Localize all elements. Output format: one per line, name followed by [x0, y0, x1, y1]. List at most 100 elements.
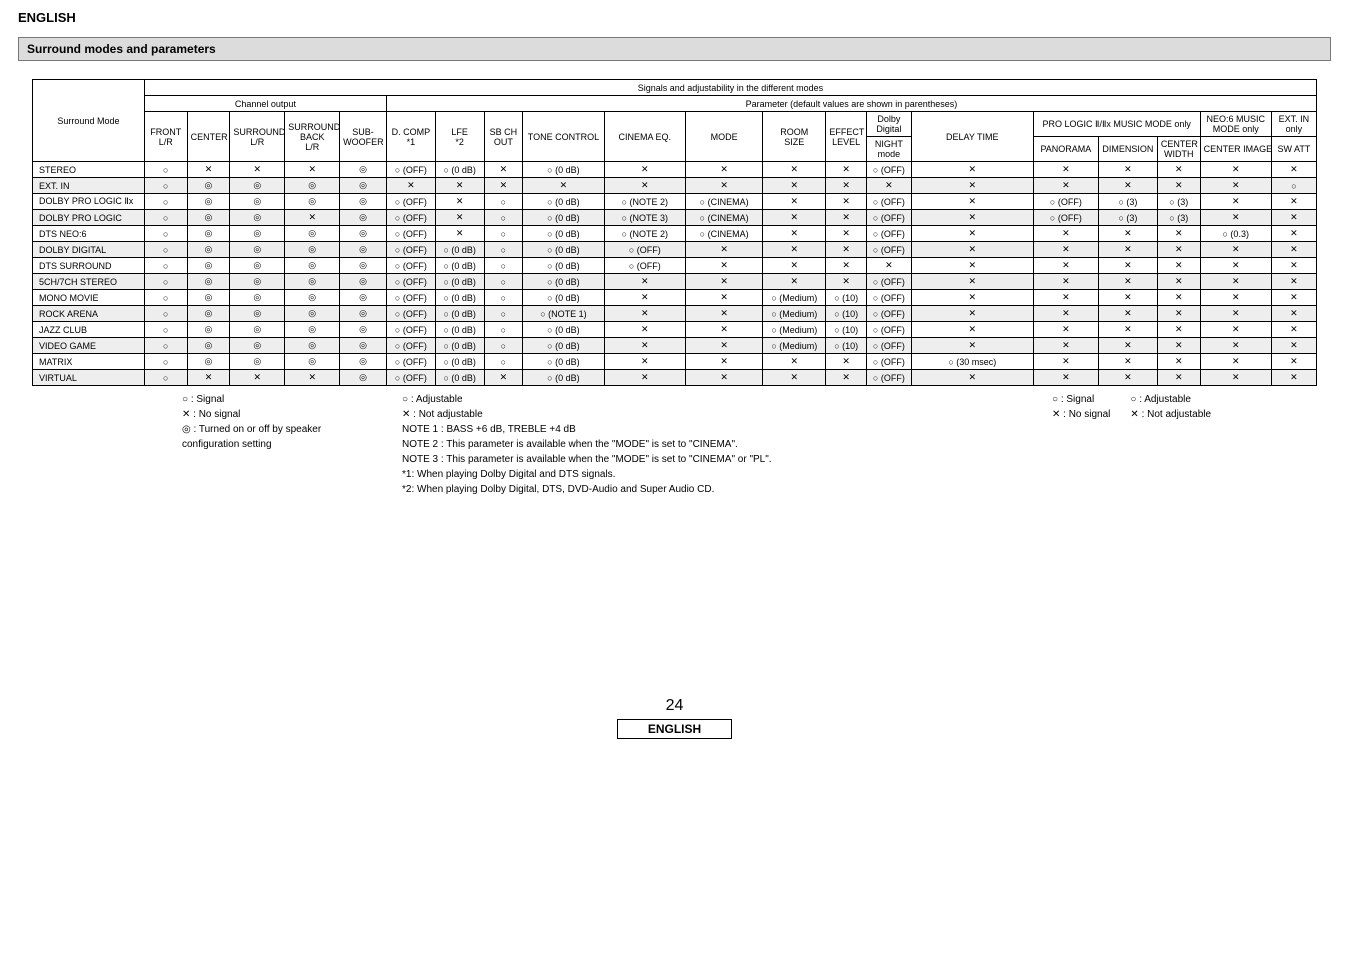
cell: ○: [484, 322, 523, 338]
cell: ○ (0 dB): [435, 370, 484, 386]
table-row: VIRTUAL○✕✕✕◎○ (OFF)○ (0 dB)✕○ (0 dB)✕✕✕✕…: [33, 370, 1317, 386]
page-label: ENGLISH: [617, 719, 732, 739]
cell: ◎: [187, 242, 230, 258]
cell: ✕: [685, 338, 762, 354]
cell: ✕: [1271, 226, 1316, 242]
asterisk-1: *1: When playing Dolby Digital and DTS s…: [402, 467, 1032, 482]
row-label: DOLBY PRO LOGIC Ⅱx: [33, 194, 145, 210]
cell: ○ (OFF): [386, 354, 435, 370]
cell: ○: [1271, 178, 1316, 194]
cell: ○ (OFF): [867, 290, 912, 306]
row-label: DOLBY DIGITAL: [33, 242, 145, 258]
cell: ◎: [340, 242, 387, 258]
cell: ✕: [685, 274, 762, 290]
col-dimension: DIMENSION: [1098, 137, 1157, 162]
cell: ◎: [230, 242, 285, 258]
asterisk-2: *2: When playing Dolby Digital, DTS, DVD…: [402, 482, 1032, 497]
cell: ○ (0.3): [1200, 226, 1271, 242]
cell: ◎: [340, 226, 387, 242]
cell: ○ (OFF): [867, 322, 912, 338]
col-center: CENTER: [187, 112, 230, 162]
cell: ✕: [685, 354, 762, 370]
cell: ✕: [386, 178, 435, 194]
cell: ◎: [187, 306, 230, 322]
cell: ✕: [1033, 162, 1098, 178]
cell: ✕: [1098, 322, 1157, 338]
cell: ✕: [1200, 274, 1271, 290]
table-row: MONO MOVIE○◎◎◎◎○ (OFF)○ (0 dB)○○ (0 dB)✕…: [33, 290, 1317, 306]
cell: ○ (3): [1098, 210, 1157, 226]
cell: ✕: [763, 178, 826, 194]
cell: ✕: [685, 306, 762, 322]
cell: ◎: [187, 274, 230, 290]
cell: ○ (3): [1098, 194, 1157, 210]
cell: ◎: [285, 194, 340, 210]
cell: ✕: [435, 194, 484, 210]
cell: ✕: [523, 178, 604, 194]
cell: ✕: [685, 370, 762, 386]
table-row: JAZZ CLUB○◎◎◎◎○ (OFF)○ (0 dB)○○ (0 dB)✕✕…: [33, 322, 1317, 338]
cell: ✕: [285, 210, 340, 226]
cell: ✕: [1157, 370, 1200, 386]
cell: ✕: [1098, 306, 1157, 322]
cell: ✕: [435, 210, 484, 226]
cell: ○ (OFF): [867, 194, 912, 210]
cell: ○ (OFF): [386, 194, 435, 210]
cell: ✕: [763, 242, 826, 258]
cell: ✕: [1271, 306, 1316, 322]
cell: ✕: [763, 210, 826, 226]
cell: ✕: [685, 258, 762, 274]
cell: ✕: [604, 338, 685, 354]
cell: ○: [484, 274, 523, 290]
cell: ✕: [1157, 258, 1200, 274]
col-dcomp: D. COMP *1: [386, 112, 435, 162]
cell: ✕: [1271, 322, 1316, 338]
cell: ◎: [340, 354, 387, 370]
table-row: 5CH/7CH STEREO○◎◎◎◎○ (OFF)○ (0 dB)○○ (0 …: [33, 274, 1317, 290]
cell: ✕: [1098, 338, 1157, 354]
cell: ◎: [340, 306, 387, 322]
cell: ○ (OFF): [867, 210, 912, 226]
cell: ◎: [187, 178, 230, 194]
cell: ✕: [826, 194, 867, 210]
cell: ✕: [1033, 242, 1098, 258]
cell: ○ (OFF): [867, 226, 912, 242]
cell: ◎: [285, 290, 340, 306]
cell: ○ (OFF): [604, 258, 685, 274]
legend-no-signal: ✕ : No signal: [182, 407, 402, 422]
cell: ○ (0 dB): [523, 258, 604, 274]
cell: ✕: [435, 226, 484, 242]
col-prologic: PRO LOGIC Ⅱ/Ⅱx MUSIC MODE only: [1033, 112, 1200, 137]
cell: ✕: [911, 178, 1033, 194]
table-row: DOLBY PRO LOGIC Ⅱx○◎◎◎◎○ (OFF)✕○○ (0 dB)…: [33, 194, 1317, 210]
row-label: DOLBY PRO LOGIC: [33, 210, 145, 226]
cell: ○ (OFF): [386, 370, 435, 386]
col-center-width: CENTER WIDTH: [1157, 137, 1200, 162]
cell: ○ (NOTE 1): [523, 306, 604, 322]
cell: ○ (10): [826, 338, 867, 354]
cell: ✕: [685, 322, 762, 338]
col-surround-mode: Surround Mode: [33, 80, 145, 162]
cell: ✕: [911, 194, 1033, 210]
cell: ✕: [484, 370, 523, 386]
table-row: EXT. IN○◎◎◎◎✕✕✕✕✕✕✕✕✕✕✕✕✕✕○: [33, 178, 1317, 194]
cell: ◎: [285, 226, 340, 242]
cell: ◎: [340, 322, 387, 338]
cell: ○ (OFF): [867, 370, 912, 386]
note-3: NOTE 3 : This parameter is available whe…: [402, 452, 1032, 467]
legend-adjustable-2: ○ : Adjustable: [1130, 392, 1211, 407]
cell: ✕: [1157, 162, 1200, 178]
cell: ✕: [1157, 226, 1200, 242]
cell: ✕: [826, 274, 867, 290]
footnotes: ○ : Signal ✕ : No signal ◎ : Turned on o…: [32, 392, 1317, 497]
cell: ✕: [1033, 322, 1098, 338]
cell: ✕: [604, 306, 685, 322]
col-signals: Signals and adjustability in the differe…: [144, 80, 1316, 96]
cell: ○ (OFF): [386, 338, 435, 354]
cell: ◎: [340, 338, 387, 354]
col-channel-output: Channel output: [144, 96, 386, 112]
table-row: DTS NEO:6○◎◎◎◎○ (OFF)✕○○ (0 dB)○ (NOTE 2…: [33, 226, 1317, 242]
cell: ◎: [285, 322, 340, 338]
cell: ○: [144, 226, 187, 242]
cell: ✕: [1271, 274, 1316, 290]
